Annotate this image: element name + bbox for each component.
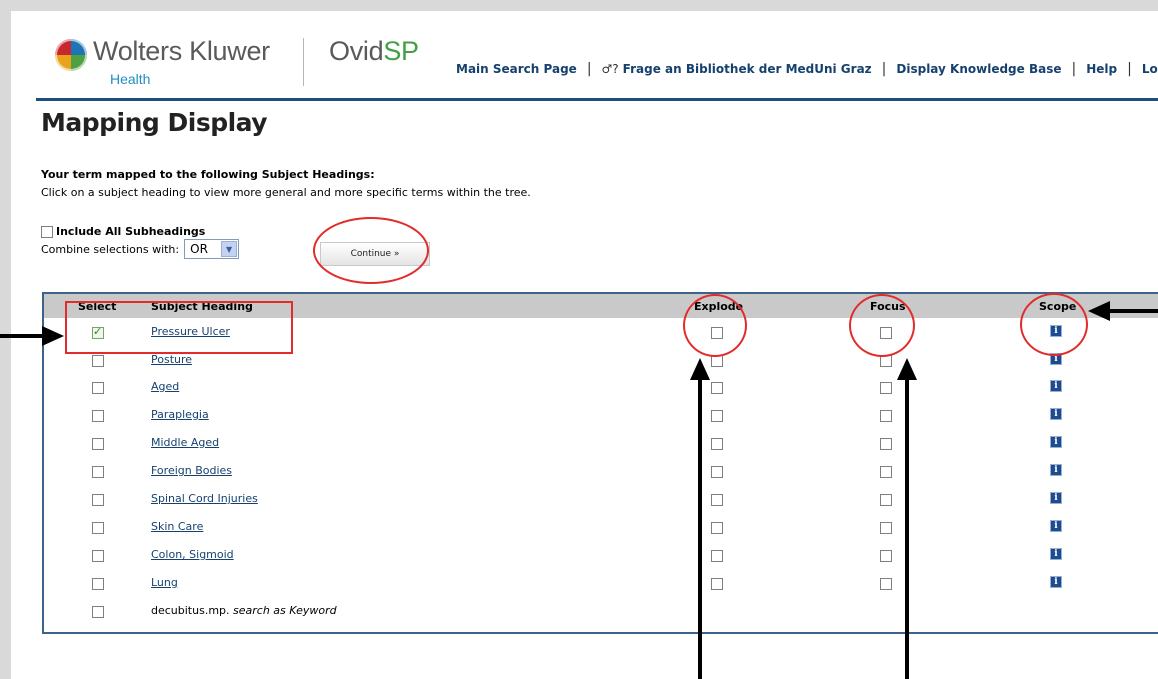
explode-checkbox[interactable] — [711, 355, 723, 367]
select-checkbox[interactable] — [92, 438, 104, 450]
col-select: Select — [78, 300, 117, 313]
combine-select[interactable]: OR ▼ — [184, 239, 240, 259]
explode-checkbox[interactable] — [711, 494, 723, 506]
explode-checkbox[interactable] — [711, 466, 723, 478]
focus-checkbox[interactable] — [880, 578, 892, 590]
subject-heading-link[interactable]: Foreign Bodies — [151, 464, 232, 477]
table-row-keyword: decubitus.mp. search as Keyword — [44, 599, 1158, 626]
select-checkbox[interactable] — [92, 550, 104, 562]
focus-checkbox[interactable] — [880, 522, 892, 534]
header-rule — [36, 98, 1158, 101]
nav-logoff[interactable]: Logo — [1142, 62, 1158, 76]
col-scope: Scope — [1039, 300, 1077, 313]
subject-heading-link[interactable]: Aged — [151, 380, 179, 393]
select-checkbox[interactable] — [92, 325, 104, 339]
include-subheadings-checkbox[interactable] — [41, 225, 53, 238]
focus-checkbox[interactable] — [880, 382, 892, 394]
scope-info-icon[interactable]: i — [1050, 436, 1062, 448]
window-frame-top — [0, 0, 1158, 11]
scope-info-icon[interactable]: i — [1050, 325, 1062, 337]
subject-heading-link[interactable]: Lung — [151, 576, 178, 589]
ask-librarian-icon: ♂? — [601, 62, 619, 76]
col-focus: Focus — [870, 300, 906, 313]
scope-info-icon[interactable]: i — [1050, 380, 1062, 392]
instructions-text: Click on a subject heading to view more … — [41, 186, 531, 199]
focus-checkbox[interactable] — [880, 355, 892, 367]
table-row: Middle Aged i — [44, 431, 1158, 458]
subject-heading-link[interactable]: Middle Aged — [151, 436, 219, 449]
table-row: Spinal Cord Injuries i — [44, 487, 1158, 514]
explode-checkbox[interactable] — [711, 410, 723, 422]
wolters-kluwer-logo-icon — [55, 39, 87, 71]
keyword-search-text: decubitus.mp. search as Keyword — [151, 604, 337, 617]
brand-name: Wolters Kluwer — [93, 36, 270, 66]
subject-headings-table: Select Subject Heading Explode Focus Sco… — [42, 292, 1158, 634]
combine-label: Combine selections with: — [41, 242, 180, 256]
focus-checkbox[interactable] — [880, 494, 892, 506]
select-checkbox[interactable] — [92, 578, 104, 590]
nav-help[interactable]: Help — [1086, 62, 1117, 76]
table-row: Posture i — [44, 348, 1158, 375]
select-checkbox[interactable] — [92, 606, 104, 618]
subject-heading-link[interactable]: Spinal Cord Injuries — [151, 492, 258, 505]
nav-ask-library[interactable]: Frage an Bibliothek der MedUni Graz — [623, 62, 872, 76]
explode-checkbox[interactable] — [711, 522, 723, 534]
window-frame-left — [0, 0, 11, 679]
table-row: Lung i — [44, 571, 1158, 598]
select-checkbox[interactable] — [92, 410, 104, 422]
include-subheadings-label: Include All Subheadings — [56, 225, 206, 238]
select-checkbox[interactable] — [92, 382, 104, 394]
scope-info-icon[interactable]: i — [1050, 464, 1062, 476]
col-explode: Explode — [694, 300, 744, 313]
select-checkbox[interactable] — [92, 355, 104, 367]
select-checkbox[interactable] — [92, 522, 104, 534]
select-checkbox[interactable] — [92, 494, 104, 506]
focus-checkbox[interactable] — [880, 410, 892, 422]
table-row: Pressure Ulcer i — [44, 320, 1158, 347]
subject-heading-link[interactable]: Skin Care — [151, 520, 203, 533]
focus-checkbox[interactable] — [880, 550, 892, 562]
explode-checkbox[interactable] — [711, 382, 723, 394]
focus-checkbox[interactable] — [880, 466, 892, 478]
page-title: Mapping Display — [41, 108, 268, 137]
combine-select-value: OR — [190, 242, 208, 256]
subject-heading-link[interactable]: Posture — [151, 353, 192, 366]
col-subject-heading: Subject Heading — [151, 300, 253, 313]
scope-info-icon[interactable]: i — [1050, 520, 1062, 532]
table-row: Colon, Sigmoid i — [44, 543, 1158, 570]
include-subheadings-option: Include All Subheadings — [41, 225, 205, 238]
brand-sub: Health — [110, 71, 151, 87]
table-row: Aged i — [44, 375, 1158, 402]
subject-heading-link[interactable]: Colon, Sigmoid — [151, 548, 234, 561]
explode-checkbox[interactable] — [711, 438, 723, 450]
product-logo: OvidSP — [329, 36, 419, 66]
mapped-heading: Your term mapped to the following Subjec… — [41, 168, 375, 181]
table-row: Foreign Bodies i — [44, 459, 1158, 486]
select-checkbox[interactable] — [92, 466, 104, 478]
nav-main-search-page[interactable]: Main Search Page — [456, 62, 577, 76]
table-row: Paraplegia i — [44, 403, 1158, 430]
focus-checkbox[interactable] — [880, 438, 892, 450]
scope-info-icon[interactable]: i — [1050, 492, 1062, 504]
combine-selections: Combine selections with: OR ▼ — [41, 239, 240, 259]
subject-heading-link[interactable]: Pressure Ulcer — [151, 325, 230, 338]
scope-info-icon[interactable]: i — [1050, 353, 1062, 365]
chevron-down-icon[interactable]: ▼ — [221, 241, 238, 257]
scope-info-icon[interactable]: i — [1050, 576, 1062, 588]
focus-checkbox[interactable] — [880, 327, 892, 339]
logo-divider — [303, 38, 304, 86]
nav-knowledge-base[interactable]: Display Knowledge Base — [896, 62, 1061, 76]
scope-info-icon[interactable]: i — [1050, 548, 1062, 560]
explode-checkbox[interactable] — [711, 578, 723, 590]
explode-checkbox[interactable] — [711, 327, 723, 339]
subject-heading-link[interactable]: Paraplegia — [151, 408, 209, 421]
table-row: Skin Care i — [44, 515, 1158, 542]
top-nav: Main Search Page | ♂? Frage an Bibliothe… — [456, 59, 1158, 79]
scope-info-icon[interactable]: i — [1050, 408, 1062, 420]
continue-button[interactable]: Continue » — [320, 242, 430, 266]
table-header: Select Subject Heading Explode Focus Sco… — [44, 294, 1158, 318]
explode-checkbox[interactable] — [711, 550, 723, 562]
